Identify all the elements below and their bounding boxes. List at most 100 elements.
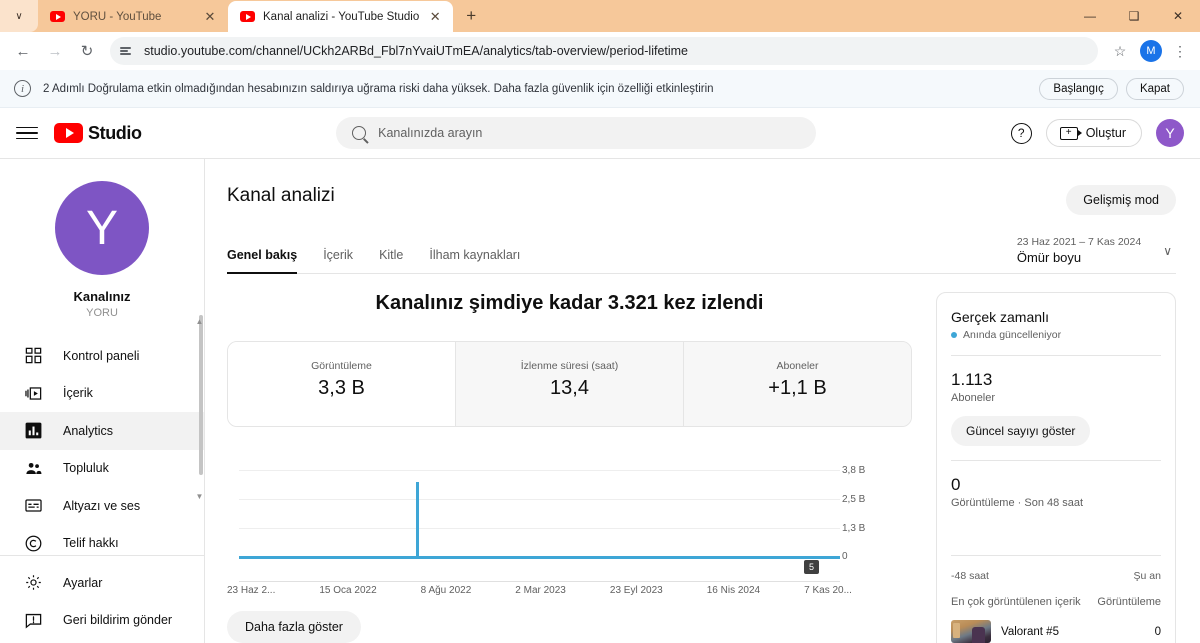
top-content-header-left: En çok görüntülenen içerik — [951, 596, 1081, 608]
address-bar[interactable]: studio.youtube.com/channel/UCkh2ARBd_Fbl… — [110, 37, 1098, 65]
minimize-icon[interactable]: — — [1068, 0, 1112, 32]
browser-toolbar: ← → ↻ studio.youtube.com/channel/UCkh2AR… — [0, 32, 1200, 70]
search-container: Kanalınızda arayın — [142, 117, 1011, 149]
x-tick-label: 7 Kas 20... — [804, 585, 852, 596]
search-placeholder: Kanalınızda arayın — [378, 126, 483, 140]
sidebar-item-label: Kontrol paneli — [63, 348, 140, 363]
reload-icon[interactable]: ↻ — [72, 36, 102, 66]
hamburger-menu-icon[interactable] — [16, 122, 38, 144]
create-button[interactable]: + Oluştur — [1045, 119, 1142, 147]
realtime-views-value: 0 — [951, 475, 961, 494]
maximize-icon[interactable]: ❑ — [1112, 0, 1156, 32]
sidebar-item-analytics[interactable]: Analytics — [0, 412, 204, 450]
realtime-axis-end: Şu an — [1133, 570, 1161, 582]
analytics-icon — [24, 421, 43, 440]
tab-kitle[interactable]: Kitle — [379, 248, 403, 273]
studio-logo[interactable]: Studio — [54, 123, 142, 144]
content-columns: Kanalınız şimdiye kadar 3.321 kez izlend… — [227, 292, 1176, 643]
y-tick-label: 3,8 B — [842, 465, 866, 476]
metric-value: 13,4 — [550, 377, 589, 399]
show-current-count-button[interactable]: Güncel sayıyı göster — [951, 416, 1091, 446]
x-tick-label: 23 Eyl 2023 — [609, 585, 663, 596]
page-title: Kanal analizi — [227, 185, 335, 206]
divider — [951, 355, 1161, 356]
bookmark-star-icon[interactable]: ☆ — [1106, 37, 1134, 65]
metric-card-izlenme-suresi[interactable]: İzlenme süresi (saat) 13,4 — [456, 342, 684, 426]
sidebar-item-kontrol-paneli[interactable]: Kontrol paneli — [0, 337, 204, 375]
back-icon[interactable]: ← — [8, 36, 38, 66]
youtube-play-icon — [54, 123, 83, 143]
close-window-icon[interactable]: ✕ — [1156, 0, 1200, 32]
new-tab-button[interactable]: + — [457, 2, 485, 30]
x-tick-label: 2 Mar 2023 — [515, 585, 566, 596]
sidebar-scrollbar[interactable] — [199, 315, 203, 475]
address-bar-url: studio.youtube.com/channel/UCkh2ARBd_Fbl… — [144, 44, 689, 58]
sidebar-item-icerik[interactable]: İçerik — [0, 375, 204, 413]
scroll-up-icon[interactable]: ▲ — [195, 317, 204, 326]
date-range-picker[interactable]: 23 Haz 2021 – 7 Kas 2024 Ömür boyu ∨ — [1017, 236, 1172, 273]
metric-card-goruntuleme[interactable]: Görüntüleme 3,3 B — [228, 342, 456, 426]
chrome-profile-avatar[interactable]: M — [1140, 40, 1162, 62]
views-chart[interactable]: 3,8 B 2,5 B 1,3 B 0 5 23 Haz 2... 15 Oca… — [227, 453, 912, 603]
list-item[interactable]: Valorant #5 0 — [951, 620, 1161, 643]
chrome-menu-icon[interactable]: ⋮ — [1168, 37, 1192, 65]
avatar[interactable]: Y — [1156, 119, 1184, 147]
channel-name: Kanalınız — [73, 289, 131, 304]
date-range-label: Ömür boyu — [1016, 250, 1082, 265]
chart-annotation-badge[interactable]: 5 — [804, 560, 820, 574]
tab-search-button[interactable]: ∨ — [0, 0, 38, 32]
realtime-axis-row: -48 saat Şu an — [951, 570, 1161, 582]
sidebar-item-altyazi-ve-ses[interactable]: Altyazı ve ses — [0, 487, 204, 525]
sidebar-item-label: Altyazı ve ses — [63, 498, 141, 513]
create-video-icon: + — [1059, 126, 1082, 140]
tab-icerik[interactable]: İçerik — [323, 248, 353, 273]
date-range-texts: 23 Haz 2021 – 7 Kas 2024 Ömür boyu — [1017, 236, 1141, 265]
realtime-views-label: Görüntüleme · Son 48 saat — [951, 497, 1084, 509]
top-content-header-right: Görüntüleme — [1097, 596, 1161, 608]
scroll-down-icon[interactable]: ▼ — [195, 492, 204, 501]
tab-genel-bakis[interactable]: Genel bakış — [227, 248, 298, 274]
channel-handle: YORU — [86, 307, 118, 319]
forward-icon[interactable]: → — [40, 36, 70, 66]
chevron-down-icon[interactable]: ∨ — [1163, 244, 1172, 258]
close-icon[interactable]: ✕ — [427, 9, 443, 25]
studio-brand-label: Studio — [88, 122, 142, 143]
feedback-icon — [24, 611, 43, 630]
browser-tab-1[interactable]: YORU - YouTube ✕ — [38, 1, 228, 32]
sidebar-item-geri-bildirim[interactable]: Geri bildirim gönder — [0, 602, 204, 640]
sidebar: Y Kanalınız YORU Kontrol paneli İçerik A… — [0, 159, 205, 643]
notice-actions: Başlangıç Kapat — [1039, 77, 1184, 100]
chart-y-axis: 3,8 B 2,5 B 1,3 B 0 — [842, 453, 886, 565]
dashboard-icon — [24, 346, 43, 365]
browser-tab-1-title: YORU - YouTube — [73, 10, 162, 23]
x-tick-label: 8 Ağu 2022 — [420, 585, 472, 596]
notice-dismiss-button[interactable]: Kapat — [1125, 77, 1184, 100]
sidebar-item-ayarlar[interactable]: Ayarlar — [0, 564, 204, 602]
notice-start-button[interactable]: Başlangıç — [1039, 77, 1118, 100]
browser-tab-2[interactable]: Kanal analizi - YouTube Studio ✕ — [228, 1, 454, 32]
list-item-views: 0 — [1154, 625, 1161, 638]
sidebar-item-label: İçerik — [63, 386, 93, 401]
overview-column: Kanalınız şimdiye kadar 3.321 kez izlend… — [227, 292, 912, 643]
search-input[interactable]: Kanalınızda arayın — [336, 117, 817, 149]
tab-ilham-kaynaklari[interactable]: İlham kaynakları — [429, 248, 520, 273]
channel-avatar[interactable]: Y — [55, 181, 149, 275]
gridline — [239, 528, 840, 529]
sidebar-item-telif-hakki[interactable]: Telif hakkı — [0, 525, 204, 556]
youtube-favicon — [50, 11, 65, 22]
metric-card-aboneler[interactable]: Aboneler +1,1 B — [684, 342, 911, 426]
help-icon[interactable]: ? — [1010, 122, 1032, 144]
divider — [951, 460, 1161, 461]
notice-text: 2 Adımlı Doğrulama etkin olmadığından he… — [43, 82, 714, 95]
overview-show-more-button[interactable]: Daha fazla göster — [227, 611, 361, 643]
close-icon[interactable]: ✕ — [202, 9, 218, 25]
site-settings-icon[interactable] — [120, 44, 135, 58]
advanced-mode-button[interactable]: Gelişmiş mod — [1066, 185, 1176, 215]
sidebar-nav-list: Kontrol paneli İçerik Analytics Topluluk… — [0, 333, 204, 555]
realtime-axis-start: -48 saat — [951, 570, 989, 582]
sidebar-item-topluluk[interactable]: Topluluk — [0, 450, 204, 488]
window-controls: — ❑ ✕ — [1068, 0, 1200, 32]
youtube-favicon — [240, 11, 255, 22]
main-header-row: Kanal analizi Gelişmiş mod — [227, 185, 1176, 215]
realtime-live-status: Anında güncelleniyor — [951, 329, 1161, 341]
